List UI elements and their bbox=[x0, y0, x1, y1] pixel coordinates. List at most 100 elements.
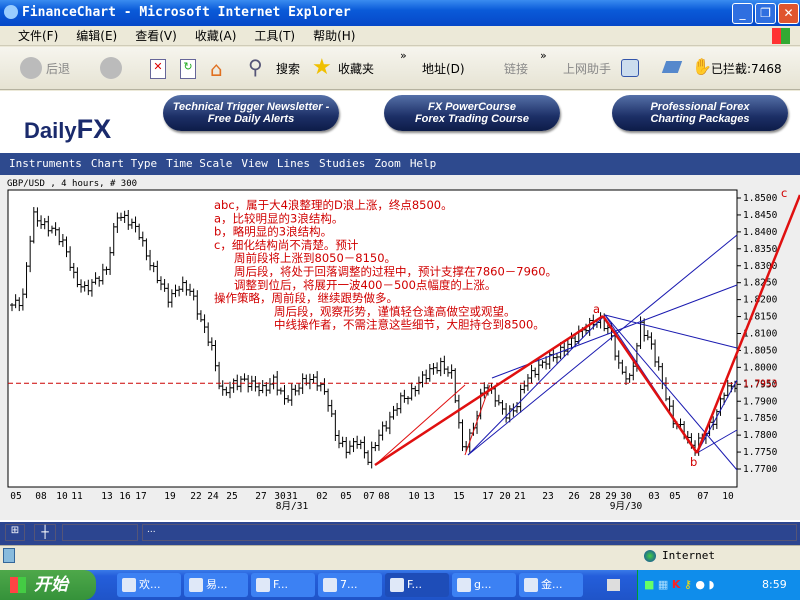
home-icon[interactable]: ⌂ bbox=[210, 57, 223, 81]
volume-icon[interactable]: ◗ bbox=[709, 578, 715, 591]
favorites-button[interactable]: 收藏夹 bbox=[338, 59, 374, 79]
y-tick-label: 1.8500 bbox=[743, 193, 778, 204]
fx-icon bbox=[256, 578, 270, 592]
back-button[interactable]: 后退 bbox=[46, 59, 70, 79]
task-item[interactable]: 欢... bbox=[117, 573, 181, 597]
task-item[interactable]: 7... bbox=[318, 573, 382, 597]
task-item[interactable]: 金... bbox=[519, 573, 583, 597]
links-button[interactable]: 链接 bbox=[504, 59, 528, 79]
start-button[interactable]: 开始 bbox=[0, 570, 96, 600]
nav-chart-type[interactable]: Chart Type bbox=[91, 153, 157, 175]
minimize-button[interactable]: _ bbox=[732, 3, 753, 24]
y-tick-label: 1.8000 bbox=[743, 362, 778, 373]
back-arrow-icon[interactable] bbox=[20, 57, 42, 79]
x-tick-label: 13 bbox=[101, 491, 112, 502]
x-tick-label: 07 bbox=[697, 491, 708, 502]
nav-time-scale[interactable]: Time Scale bbox=[166, 153, 232, 175]
task-item[interactable]: F... bbox=[251, 573, 315, 597]
dailyfx-logo[interactable]: DailyFX bbox=[24, 114, 111, 145]
ie-icon bbox=[524, 578, 538, 592]
antivirus-icon[interactable]: K bbox=[672, 578, 681, 591]
title-bar: FinanceChart - Microsoft Internet Explor… bbox=[0, 0, 800, 26]
nav-view[interactable]: View bbox=[241, 153, 268, 175]
checkbox-icon[interactable] bbox=[621, 59, 639, 77]
menu-edit[interactable]: 编辑(E) bbox=[76, 26, 117, 46]
y-tick-label: 1.8050 bbox=[743, 345, 778, 356]
analysis-note: c，细化结构尚不清楚。预计 bbox=[214, 238, 359, 252]
status-message: ... bbox=[142, 524, 797, 541]
search-button[interactable]: 搜索 bbox=[276, 59, 300, 79]
nav-zoom[interactable]: Zoom bbox=[374, 153, 401, 175]
x-tick-label: 13 bbox=[423, 491, 434, 502]
refresh-icon[interactable]: ↻ bbox=[180, 59, 196, 79]
charting-packages-button[interactable]: Professional Forex Charting Packages bbox=[612, 95, 788, 131]
crosshair-tool-icon[interactable]: ┼ bbox=[34, 524, 56, 541]
menu-favorites[interactable]: 收藏(A) bbox=[195, 26, 237, 46]
nav-lines[interactable]: Lines bbox=[277, 153, 310, 175]
window-title: FinanceChart - Microsoft Internet Explor… bbox=[22, 5, 351, 20]
task-item[interactable]: g... bbox=[452, 573, 516, 597]
address-label[interactable]: 地址(D) bbox=[422, 59, 465, 79]
price-chart[interactable]: 1.85001.84501.84001.83501.83001.82501.82… bbox=[0, 175, 800, 520]
task-item-active[interactable]: F... bbox=[385, 573, 449, 597]
x-tick-label: 08 bbox=[35, 491, 47, 502]
chevron-more-icon[interactable]: » bbox=[400, 49, 407, 62]
analysis-note: 操作策略，周前段，继续跟势做多。 bbox=[214, 291, 398, 305]
y-tick-label: 1.7800 bbox=[743, 430, 778, 441]
stop-icon[interactable]: ✕ bbox=[150, 59, 166, 79]
x-tick-label: 25 bbox=[226, 491, 237, 502]
zone-label: Internet bbox=[662, 549, 715, 562]
eraser-icon[interactable] bbox=[661, 61, 683, 73]
windows-flag-icon bbox=[10, 577, 26, 593]
search-icon: ⚲ bbox=[248, 55, 263, 79]
restore-button[interactable]: ❐ bbox=[755, 3, 776, 24]
menu-view[interactable]: 查看(V) bbox=[135, 26, 177, 46]
y-tick-label: 1.7900 bbox=[743, 396, 778, 407]
newsletter-button[interactable]: Technical Trigger Newsletter - Free Daily… bbox=[163, 95, 339, 131]
x-tick-label: 22 bbox=[190, 491, 201, 502]
nav-studies[interactable]: Studies bbox=[319, 153, 365, 175]
x-tick-label: 21 bbox=[514, 491, 526, 502]
powercourse-button[interactable]: FX PowerCourse Forex Trading Course bbox=[384, 95, 560, 131]
toolbar: 后退 ✕ ↻ ⌂ ⚲ 搜索 ★ 收藏夹 » 地址(D) 链接 » 上网助手 ✋ … bbox=[0, 47, 800, 90]
x-tick-label: 10 bbox=[722, 491, 734, 502]
status-cell bbox=[62, 524, 138, 541]
chart-app-icon bbox=[323, 578, 337, 592]
key-icon[interactable]: ⚷ bbox=[684, 578, 692, 591]
chevron-more-icon[interactable]: » bbox=[540, 49, 547, 62]
task-item[interactable]: 易... bbox=[184, 573, 248, 597]
x-tick-label: 10 bbox=[408, 491, 420, 502]
month-label: 9月/30 bbox=[610, 501, 643, 512]
x-tick-label: 07 bbox=[363, 491, 374, 502]
shield-icon[interactable]: ● bbox=[695, 578, 705, 591]
firewall-icon[interactable]: ▦ bbox=[658, 578, 668, 591]
x-tick-label: 08 bbox=[378, 491, 390, 502]
globe-icon bbox=[644, 550, 656, 562]
y-tick-label: 1.7850 bbox=[743, 413, 778, 424]
keyboard-icon[interactable] bbox=[607, 579, 620, 591]
analysis-note: a，比较明显的3浪结构。 bbox=[214, 211, 343, 225]
forward-arrow-icon[interactable] bbox=[100, 57, 122, 79]
y-tick-label: 1.7700 bbox=[743, 464, 778, 475]
y-tick-label: 1.7750 bbox=[743, 447, 778, 458]
menu-tools[interactable]: 工具(T) bbox=[254, 26, 295, 46]
network-icon[interactable]: ■ bbox=[644, 578, 654, 591]
blocked-count: 已拦截:7468 bbox=[711, 62, 782, 76]
nav-instruments[interactable]: Instruments bbox=[9, 153, 82, 175]
x-tick-label: 17 bbox=[482, 491, 493, 502]
menu-help[interactable]: 帮助(H) bbox=[313, 26, 355, 46]
helper-button[interactable]: 上网助手 bbox=[563, 59, 611, 79]
y-tick-label: 1.8350 bbox=[743, 244, 778, 255]
menu-file[interactable]: 文件(F) bbox=[18, 26, 58, 46]
pin-tool-icon[interactable]: ⊞ bbox=[5, 524, 25, 541]
nav-help[interactable]: Help bbox=[410, 153, 437, 175]
x-tick-label: 05 bbox=[340, 491, 351, 502]
y-tick-label: 1.8250 bbox=[743, 278, 778, 289]
ie-icon bbox=[4, 5, 18, 19]
wave-label-c: c bbox=[781, 186, 787, 200]
x-tick-label: 28 bbox=[589, 491, 601, 502]
x-tick-label: 05 bbox=[10, 491, 21, 502]
close-button[interactable]: ✕ bbox=[778, 3, 799, 24]
ie-icon bbox=[122, 578, 136, 592]
x-tick-label: 19 bbox=[164, 491, 176, 502]
